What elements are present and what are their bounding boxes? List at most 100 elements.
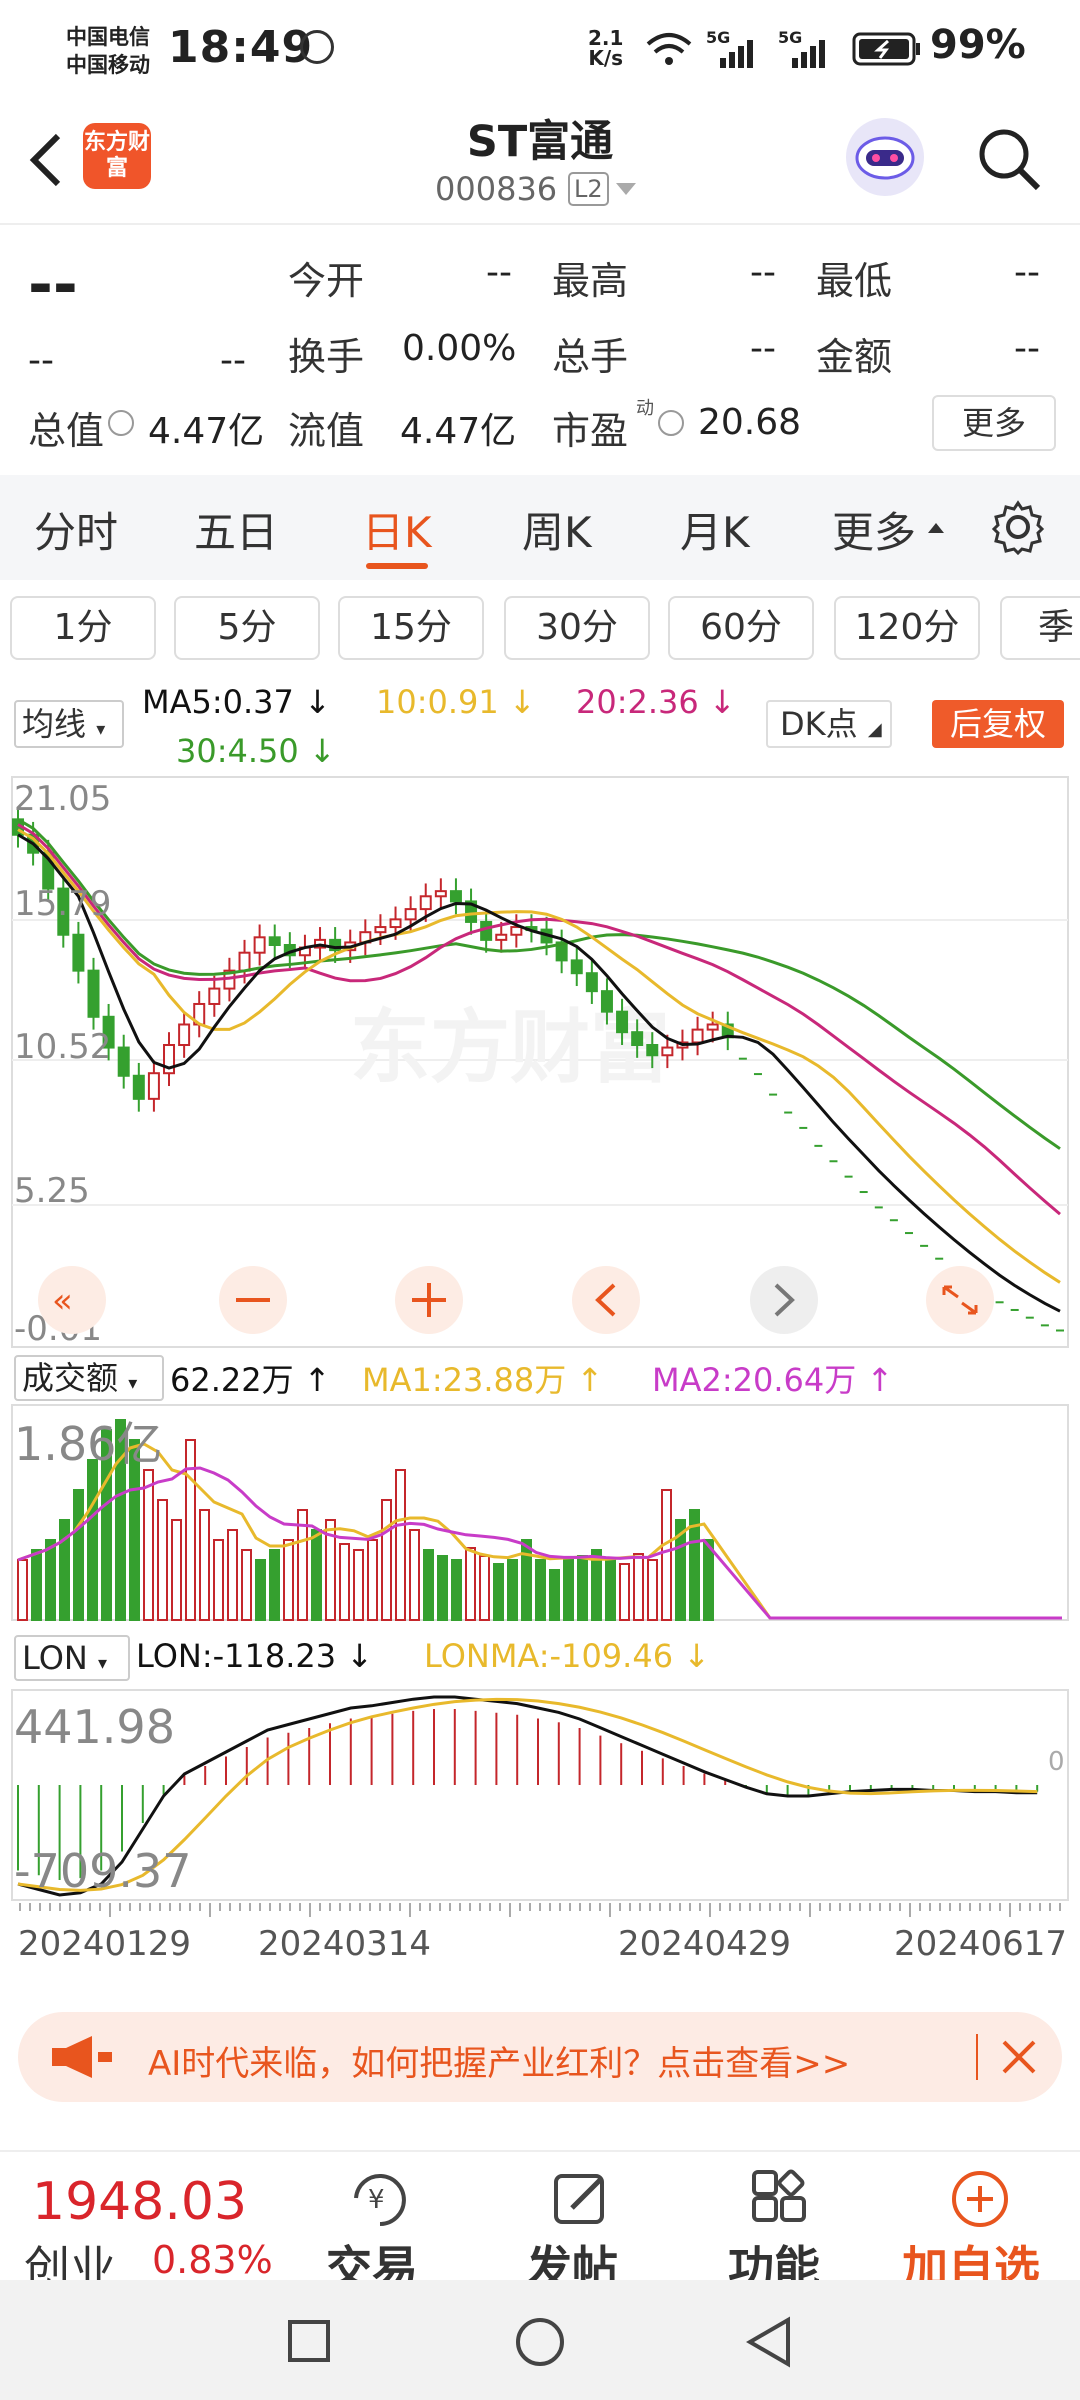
pe-dynamic-mark: 动 — [636, 398, 654, 419]
chevron-down-icon[interactable] — [616, 183, 636, 195]
lon-value: LON:-118.23 ↓ — [136, 1637, 374, 1675]
volume-bar — [409, 1529, 420, 1621]
ma-selector[interactable]: 均线 ▾ — [14, 700, 124, 748]
tab-minute[interactable]: 分时 — [34, 499, 118, 560]
ma10-value: 10:0.91 ↓ — [376, 683, 536, 721]
volume-value: -- — [750, 328, 776, 369]
interval-60m[interactable]: 60分 — [668, 596, 814, 660]
lon-axis-top: 441.98 — [14, 1700, 175, 1754]
candle-body — [434, 890, 447, 898]
volume-bar — [143, 1469, 154, 1621]
volume-bar — [311, 1529, 322, 1621]
tab-five-day[interactable]: 五日 — [194, 499, 278, 560]
date-label-3: 20240429 — [618, 1924, 791, 1964]
candle-body — [419, 895, 432, 911]
candle-body — [706, 1023, 719, 1031]
mcap-label: 总值 — [28, 409, 105, 453]
volume-bar — [339, 1543, 350, 1621]
banner-divider — [976, 2034, 978, 2080]
lonma-value: LONMA:-109.46 ↓ — [424, 1637, 711, 1675]
open-label: 今开 — [288, 259, 365, 303]
price-axis-2: 15.79 — [14, 884, 111, 924]
period-tabs: 分时 五日 日K 周K 月K 更多 — [0, 475, 1080, 580]
candle-body — [374, 926, 387, 934]
tab-day-k[interactable]: 日K — [362, 499, 432, 560]
info-icon[interactable] — [108, 410, 134, 436]
volume-bar — [605, 1559, 616, 1621]
volume-ma2: MA2:20.64万 ↑ — [652, 1361, 894, 1399]
ma30-value: 30:4.50 ↓ — [176, 732, 336, 770]
candle-body — [495, 933, 508, 941]
candle-body — [268, 936, 281, 947]
add-watchlist-icon[interactable] — [948, 2168, 1012, 2230]
level2-badge[interactable]: L2 — [568, 172, 609, 206]
volume-bar — [73, 1489, 84, 1621]
ma20-value: 20:2.36 ↓ — [576, 683, 736, 721]
carrier-1: 中国电信 — [66, 25, 150, 49]
interval-bar: 1分 5分 15分 30分 60分 120分 季 — [0, 580, 1080, 675]
double-left-icon: « — [52, 1281, 73, 1321]
price-axis-4: 5.25 — [14, 1171, 90, 1211]
dk-point-selector[interactable]: DK点 ◢ — [766, 700, 892, 748]
home-icon[interactable] — [516, 2318, 564, 2366]
volume-bar — [381, 1499, 392, 1621]
caret-up-icon — [928, 523, 944, 533]
volume-bar — [479, 1555, 490, 1621]
volume-bar — [423, 1549, 434, 1621]
tab-week-k[interactable]: 周K — [522, 499, 592, 560]
date-label-1: 20240129 — [18, 1924, 191, 1964]
gear-icon[interactable] — [990, 499, 1046, 555]
post-icon[interactable] — [548, 2168, 612, 2230]
volume-bar — [45, 1539, 56, 1621]
back-icon[interactable] — [744, 2316, 794, 2368]
candle-body — [616, 1010, 629, 1034]
adjust-button[interactable]: 后复权 — [932, 700, 1064, 748]
volume-bar — [563, 1559, 574, 1621]
turnover-value: 0.00% — [402, 328, 517, 369]
float-value: 4.47亿 — [400, 411, 517, 452]
signal-icon-1 — [720, 40, 753, 68]
price-axis-1: 21.05 — [14, 779, 111, 819]
carrier-2: 中国移动 — [66, 53, 150, 77]
volume-selector[interactable]: 成交额 ▾ — [14, 1355, 164, 1401]
interval-30m[interactable]: 30分 — [504, 596, 650, 660]
info-icon[interactable] — [658, 410, 684, 436]
candle-body — [178, 1023, 191, 1047]
battery-icon — [852, 32, 920, 66]
price-change-pct: -- — [220, 340, 246, 381]
close-icon[interactable] — [998, 2036, 1040, 2078]
interval-5m[interactable]: 5分 — [174, 596, 320, 660]
robot-avatar-icon[interactable] — [846, 118, 924, 196]
interval-15m[interactable]: 15分 — [338, 596, 484, 660]
megaphone-icon — [52, 2036, 112, 2078]
ma5-value: MA5:0.37 ↓ — [142, 683, 331, 721]
volume-label: 总手 — [552, 335, 629, 379]
recents-icon[interactable] — [288, 2320, 330, 2362]
volume-bar — [647, 1559, 658, 1621]
search-icon[interactable] — [976, 126, 1042, 192]
candle-body — [208, 987, 221, 1005]
wifi-icon — [646, 33, 692, 65]
volume-bar — [549, 1569, 560, 1621]
volume-bar — [465, 1547, 476, 1621]
more-quote-button[interactable]: 更多 — [932, 395, 1056, 451]
bottom-nav: 1948.03 创业 0.83% ¥ 交易 发帖 功能 加自选 — [0, 2150, 1080, 2295]
index-value[interactable]: 1948.03 — [32, 2172, 247, 2232]
interval-1m[interactable]: 1分 — [10, 596, 156, 660]
date-ticks — [19, 1903, 1061, 1917]
volume-bar — [157, 1499, 168, 1621]
price-axis-3: 10.52 — [14, 1027, 111, 1067]
tab-month-k[interactable]: 月K — [680, 499, 750, 560]
interval-quarter[interactable]: 季 — [1000, 596, 1080, 660]
low-value: -- — [1014, 252, 1040, 293]
candle-body — [661, 1046, 674, 1057]
date-label-2: 20240314 — [258, 1924, 431, 1964]
candle-body — [132, 1074, 145, 1100]
function-icon[interactable] — [748, 2168, 812, 2230]
trade-icon[interactable]: ¥ — [348, 2168, 412, 2230]
tab-more[interactable]: 更多 — [832, 499, 916, 560]
volume-bar — [171, 1519, 182, 1621]
interval-120m[interactable]: 120分 — [834, 596, 980, 660]
indicator-selector[interactable]: LON ▾ — [14, 1635, 130, 1681]
ad-banner[interactable]: AI时代来临，如何把握产业红利？点击查看>> — [18, 2012, 1062, 2102]
